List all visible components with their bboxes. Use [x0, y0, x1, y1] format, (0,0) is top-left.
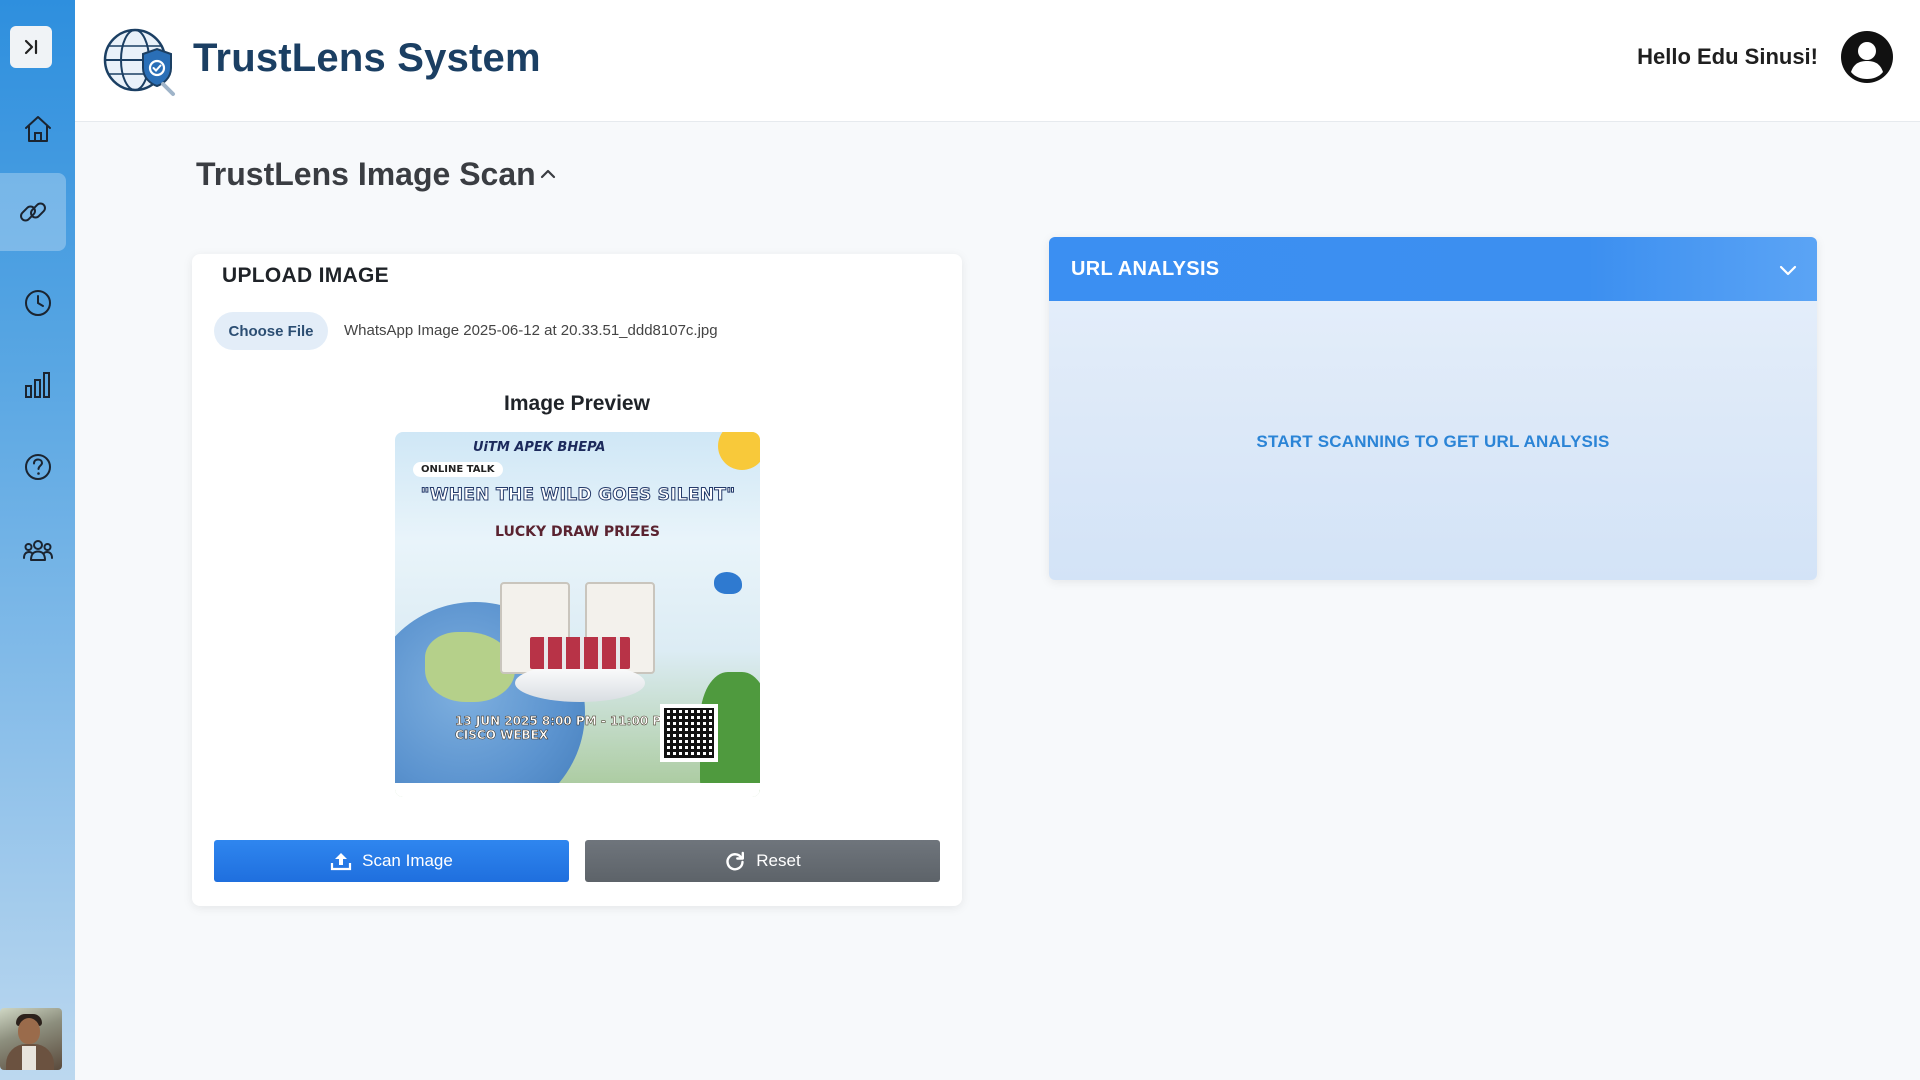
poster-sun-graphic	[718, 432, 760, 470]
poster-sponsor-logos: UiTM APEK BHEPA	[473, 440, 606, 455]
sidebar-item-history[interactable]	[0, 264, 75, 342]
poster-subheadline: LUCKY DRAW PRIZES	[495, 524, 660, 540]
sidebar-item-home[interactable]	[0, 90, 75, 168]
upload-image-card: UPLOAD IMAGE Choose File WhatsApp Image …	[192, 254, 962, 906]
poster-headline: "WHEN THE WILD GOES SILENT"	[420, 485, 736, 506]
app-title: TrustLens System	[193, 36, 541, 80]
chevron-up-icon[interactable]	[538, 164, 558, 184]
sidebar-item-url-scan[interactable]	[0, 173, 66, 251]
url-analysis-title: URL ANALYSIS	[1071, 258, 1220, 280]
top-header: TrustLens System Hello Edu Sinusi!	[75, 0, 1920, 122]
image-preview-heading: Image Preview	[504, 392, 650, 415]
selected-file-name: WhatsApp Image 2025-06-12 at 20.33.51_dd…	[344, 322, 718, 339]
poster-podium-graphic	[515, 664, 645, 702]
clock-icon	[24, 290, 51, 316]
chevron-down-icon[interactable]	[1777, 259, 1799, 281]
sidebar-item-analytics[interactable]	[0, 346, 75, 424]
question-icon	[24, 454, 51, 480]
url-analysis-empty-message: START SCANNING TO GET URL ANALYSIS	[1256, 432, 1610, 451]
choose-file-button[interactable]: Choose File	[214, 312, 328, 350]
expand-sidebar-icon	[24, 39, 38, 55]
image-preview: UiTM APEK BHEPA ONLINE TALK "WHEN THE WI…	[395, 432, 760, 797]
upload-image-heading: UPLOAD IMAGE	[222, 264, 389, 287]
sidebar-item-team[interactable]	[0, 512, 75, 590]
user-profile-photo[interactable]	[0, 1008, 62, 1070]
sidebar	[0, 0, 75, 1080]
reset-button[interactable]: Reset	[585, 840, 940, 882]
scan-image-button[interactable]: Scan Image	[214, 840, 569, 882]
poster-footer-strip	[395, 783, 760, 797]
page-title: TrustLens Image Scan	[196, 156, 536, 192]
home-icon	[24, 116, 51, 142]
upload-icon	[331, 853, 352, 871]
photo-shirt	[22, 1046, 36, 1070]
poster-bird-graphic	[714, 572, 742, 594]
bar-chart-icon	[24, 372, 50, 398]
users-icon	[22, 540, 53, 561]
trustlens-logo-icon	[103, 28, 175, 96]
poster-tag: ONLINE TALK	[413, 462, 503, 477]
photo-face	[18, 1018, 40, 1044]
user-greeting: Hello Edu Sinusi!	[1637, 44, 1818, 69]
sidebar-item-help[interactable]	[0, 428, 75, 506]
refresh-icon	[726, 851, 745, 871]
link-icon	[20, 202, 46, 222]
reset-label: Reset	[756, 851, 801, 870]
poster-qr-code	[660, 704, 718, 762]
url-analysis-header[interactable]: URL ANALYSIS	[1049, 237, 1817, 301]
sidebar-toggle-button[interactable]	[10, 26, 52, 68]
poster-prize-cans	[530, 637, 630, 669]
user-account-icon[interactable]	[1840, 30, 1894, 84]
scan-image-label: Scan Image	[362, 851, 453, 870]
url-analysis-panel: URL ANALYSIS START SCANNING TO GET URL A…	[1049, 237, 1817, 580]
